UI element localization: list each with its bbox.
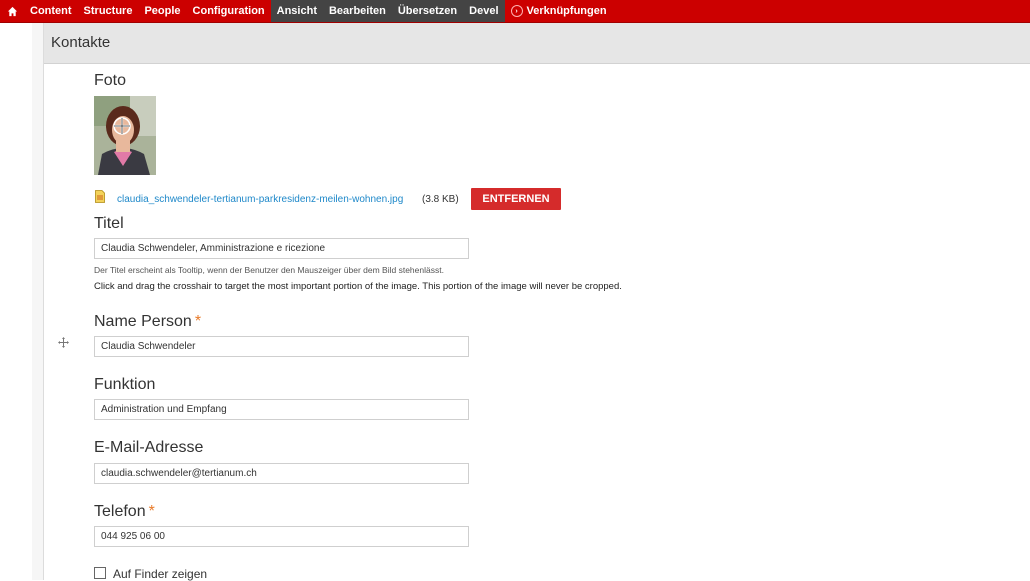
image-file-link[interactable]: claudia_schwendeler-tertianum-parkreside… [117,194,403,205]
titel-field[interactable]: Claudia Schwendeler, Amministrazione e r… [94,238,469,259]
shortcuts-label: Verknüpfungen [526,5,607,17]
email-field[interactable]: claudia.schwendeler@tertianum.ch [94,463,469,484]
chevron-right-icon: › [510,5,523,17]
file-size: (3.8 KB) [422,194,459,205]
titel-help-text: Der Titel erscheint als Tooltip, wenn de… [94,265,444,275]
email-label: E-Mail-Adresse [94,439,204,456]
titel-label: Titel [94,215,124,232]
telefon-label: Telefon * [94,503,155,521]
content-gutter [32,23,44,580]
required-marker: * [194,313,202,330]
toolbar-structure[interactable]: Structure [78,0,139,22]
left-gutter [0,23,33,580]
name-person-label: Name Person * [94,313,201,331]
home-icon[interactable] [0,0,24,22]
drag-handle-icon[interactable] [58,335,69,348]
page-header: Kontakte [44,23,1030,64]
crosshair-handle[interactable] [113,117,131,135]
foto-label: Foto [94,72,127,89]
toolbar-content[interactable]: Content [24,0,78,22]
toolbar-shortcuts[interactable]: › Verknüpfungen [505,0,613,22]
tab-devel[interactable]: Devel [463,0,505,22]
name-person-label-text: Name Person [94,313,192,330]
required-marker: * [148,503,155,520]
finder-checkbox[interactable] [94,567,106,579]
name-person-field[interactable]: Claudia Schwendeler [94,336,469,357]
telefon-label-text: Telefon [94,503,146,520]
funktion-field[interactable]: Administration und Empfang [94,399,469,420]
telefon-field[interactable]: 044 925 06 00 [94,526,469,547]
finder-checkbox-label[interactable]: Auf Finder zeigen [113,567,207,581]
remove-button[interactable]: ENTFERNEN [471,188,561,210]
tab-ansicht[interactable]: Ansicht [270,0,323,22]
crop-help-text: Click and drag the crosshair to target t… [94,281,622,292]
image-file-icon [95,190,105,203]
photo-thumbnail[interactable] [94,96,156,175]
toolbar-people[interactable]: People [138,0,186,22]
tab-bearbeiten[interactable]: Bearbeiten [322,0,392,22]
funktion-label: Funktion [94,376,156,393]
toolbar-configuration[interactable]: Configuration [187,0,271,22]
admin-toolbar: Content Structure People Configuration A… [0,0,1030,23]
page-title: Kontakte [51,34,111,51]
tab-uebersetzen[interactable]: Übersetzen [391,0,464,22]
